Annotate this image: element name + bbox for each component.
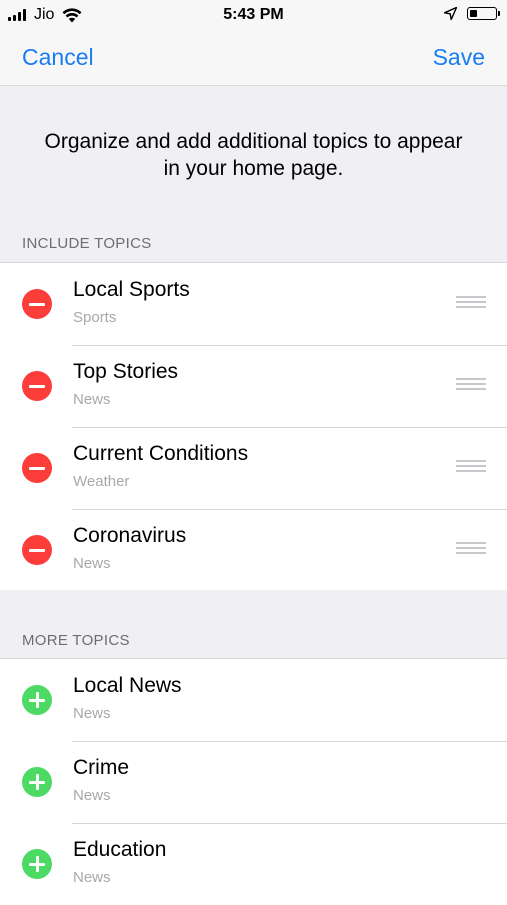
topic-category: News xyxy=(73,391,111,408)
topic-category: Weather xyxy=(73,473,130,490)
add-icon[interactable] xyxy=(22,849,52,879)
status-bar: Jio 5:43 PM xyxy=(0,0,507,32)
remove-icon[interactable] xyxy=(22,453,52,483)
reorder-handle-icon[interactable] xyxy=(456,460,486,473)
list-item: Current Conditions Weather xyxy=(0,427,507,509)
save-button[interactable]: Save xyxy=(433,44,485,71)
topic-title: Crime xyxy=(73,756,129,779)
reorder-handle-icon[interactable] xyxy=(456,378,486,391)
remove-icon[interactable] xyxy=(22,289,52,319)
include-topics-list: Local Sports Sports Top Stories News Cur… xyxy=(0,262,507,592)
remove-icon[interactable] xyxy=(22,371,52,401)
list-item: Education News xyxy=(0,823,507,905)
status-right xyxy=(444,7,500,20)
topic-category: News xyxy=(73,705,111,722)
topic-title: Education xyxy=(73,838,167,861)
list-item: Top Stories News xyxy=(0,345,507,427)
topic-title: Local Sports xyxy=(73,278,190,301)
topic-category: Sports xyxy=(73,309,117,326)
more-topics-list: Local News News Crime News Education New… xyxy=(0,658,507,905)
more-topics-header: MORE TOPICS xyxy=(0,590,507,658)
topic-title: Top Stories xyxy=(73,360,179,383)
intro-description: Organize and add additional topics to ap… xyxy=(0,86,507,220)
topic-title: Local News xyxy=(73,674,182,697)
add-icon[interactable] xyxy=(22,685,52,715)
remove-icon[interactable] xyxy=(22,535,52,565)
reorder-handle-icon[interactable] xyxy=(456,542,486,555)
topic-category: News xyxy=(73,787,111,804)
topic-category: News xyxy=(73,869,111,886)
list-item: Coronavirus News xyxy=(0,509,507,591)
status-time: 5:43 PM xyxy=(223,6,284,23)
list-item: Local News News xyxy=(0,659,507,741)
topic-category: News xyxy=(73,555,111,572)
list-item: Local Sports Sports xyxy=(0,263,507,345)
topic-title: Coronavirus xyxy=(73,524,187,547)
include-topics-header: INCLUDE TOPICS xyxy=(0,220,507,262)
topic-title: Current Conditions xyxy=(73,442,249,465)
list-item: Crime News xyxy=(0,741,507,823)
battery-icon xyxy=(467,7,500,20)
reorder-handle-icon[interactable] xyxy=(456,296,486,309)
location-arrow-icon xyxy=(444,7,457,20)
cancel-button[interactable]: Cancel xyxy=(22,44,94,71)
add-icon[interactable] xyxy=(22,767,52,797)
navigation-bar: Cancel Save xyxy=(0,32,507,86)
